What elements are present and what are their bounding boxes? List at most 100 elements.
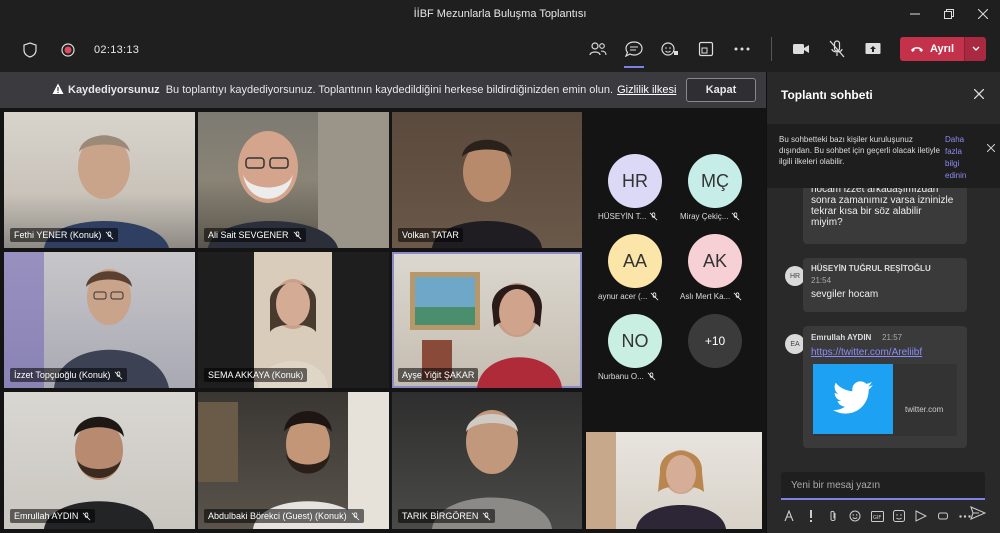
share-icon (865, 43, 881, 54)
participant-name: İzzet Topçuoğlu (Konuk) (14, 370, 111, 380)
leave-button[interactable]: Ayrıl (899, 37, 964, 61)
video-tile[interactable]: Fethi YENER (Konuk) (4, 112, 195, 248)
avatar[interactable]: HR (608, 154, 662, 208)
video-tile[interactable]: TARIK BİRGÖREN (392, 392, 582, 529)
send-button[interactable] (970, 506, 987, 525)
participant-name: TARIK BİRGÖREN (402, 511, 479, 521)
mic-off-icon (82, 512, 91, 520)
avatar-name: Aslı Mert Ka... (680, 292, 731, 301)
avatar[interactable]: MÇ (688, 154, 742, 208)
twitter-logo-icon (813, 364, 893, 434)
preview-site: twitter.com (905, 405, 944, 414)
compose-message-input[interactable]: Yeni bir mesaj yazın (781, 472, 985, 500)
avatar-label: Nurbanu O... (598, 372, 656, 381)
privacy-policy-link[interactable]: Gizlilik ilkesi (617, 84, 676, 96)
leave-button-group: Ayrıl (899, 37, 986, 61)
message-line: miyim? (811, 217, 843, 228)
mic-off-icon (105, 231, 114, 239)
video-tile[interactable]: İzzet Topçuoğlu (Konuk) (4, 252, 195, 388)
minimize-icon (910, 13, 920, 15)
compose-toolbar: GIF (781, 506, 991, 526)
window-title: İİBF Mezunlarla Buluşma Toplantısı (413, 8, 587, 20)
attach-icon[interactable] (825, 508, 841, 524)
stream-icon[interactable] (913, 508, 929, 524)
window-controls (898, 0, 1000, 28)
toolbar-separator (770, 37, 772, 61)
avatar[interactable]: AK (688, 234, 742, 288)
avatar-label: HÜSEYİN T... (598, 212, 658, 221)
message-line: sonra zamanımız varsa izninizle (811, 195, 954, 206)
participant-name: Ali Sait SEVGENER (208, 230, 289, 240)
people-icon (589, 42, 607, 56)
message-text: sevgiler hocam (811, 289, 879, 300)
participant-name: Abdulbaki Börekci (Guest) (Konuk) (208, 511, 347, 521)
participant-name-tag: Volkan TATAR (398, 228, 463, 242)
chat-button[interactable] (619, 34, 649, 68)
reactions-button[interactable] (655, 34, 685, 64)
gif-icon[interactable]: GIF (869, 508, 885, 524)
mic-off-icon (733, 292, 742, 301)
hang-up-icon (910, 47, 923, 52)
leave-options-dropdown[interactable] (964, 37, 986, 61)
meeting-timer: 02:13:13 (94, 44, 140, 56)
maximize-button[interactable] (932, 0, 966, 28)
message-sender: Emrullah AYDIN (811, 333, 872, 342)
dismiss-notice-button[interactable] (986, 143, 996, 155)
avatar[interactable]: HR (785, 266, 805, 286)
share-tray-button[interactable] (691, 34, 721, 64)
avatar-name: HÜSEYİN T... (598, 212, 647, 221)
mic-button[interactable] (822, 34, 852, 64)
video-tile[interactable]: Abdulbaki Börekci (Guest) (Konuk) (198, 392, 389, 529)
leave-label: Ayrıl (929, 43, 954, 55)
participant-name-tag: Ayşe Yiğit ŞAKAR (398, 368, 479, 382)
avatar[interactable]: EA (785, 334, 805, 354)
mic-off-icon (650, 292, 659, 301)
learn-more-link[interactable]: Daha fazla bilgi edinin (945, 134, 975, 182)
mic-off-icon (115, 371, 123, 379)
title-bar: İİBF Mezunlarla Buluşma Toplantısı (0, 0, 1000, 28)
participant-name-tag: Fethi YENER (Konuk) (10, 228, 119, 242)
recording-indicator-icon (56, 38, 80, 62)
sticker-icon[interactable] (891, 508, 907, 524)
banner-close-button[interactable]: Kapat (686, 78, 756, 102)
share-screen-button[interactable] (858, 34, 888, 64)
format-icon[interactable] (781, 508, 797, 524)
avatar-label: aynur acer (... (598, 292, 659, 301)
participant-name-tag: SEMA AKKAYA (Konuk) (204, 368, 308, 382)
close-icon (978, 9, 988, 19)
video-tile[interactable]: Volkan TATAR (392, 112, 582, 248)
loop-icon[interactable] (935, 508, 951, 524)
avatar-label: Miray Çekiç... (680, 212, 740, 221)
avatar-name: aynur acer (... (598, 292, 648, 301)
emoji-icon[interactable] (847, 508, 863, 524)
send-icon (970, 506, 987, 520)
close-chat-button[interactable] (973, 86, 985, 104)
link-preview-card[interactable]: twitter.com (813, 364, 957, 436)
message-time: 21:54 (811, 276, 832, 285)
minimize-button[interactable] (898, 0, 932, 28)
participant-name: Volkan TATAR (402, 230, 459, 240)
participants-button[interactable] (583, 34, 613, 64)
chat-message: HÜSEYİN TUĞRUL REŞİTOĞLU 21:54 sevgiler … (803, 258, 967, 312)
shield-icon[interactable] (18, 38, 42, 62)
self-view-tile[interactable] (586, 432, 762, 529)
notice-text: Bu sohbetteki bazı kişiler kuruluşunuz d… (779, 135, 940, 166)
mic-off-icon (649, 212, 658, 221)
video-tile[interactable]: Emrullah AYDIN (4, 392, 195, 529)
restore-icon (944, 9, 954, 19)
avatar[interactable]: AA (608, 234, 662, 288)
video-tile[interactable]: Ali Sait SEVGENER (198, 112, 389, 248)
banner-title: Kaydediyorsunuz (68, 84, 160, 96)
message-link[interactable]: https://twitter.com/Areliibf (811, 347, 959, 358)
mic-off-icon (829, 40, 845, 58)
video-tile-active-speaker[interactable]: Ayşe Yiğit ŞAKAR (392, 252, 582, 388)
video-tile[interactable]: SEMA AKKAYA (Konuk) (198, 252, 389, 388)
important-icon[interactable] (803, 508, 819, 524)
close-window-button[interactable] (966, 0, 1000, 28)
participant-name-tag: İzzet Topçuoğlu (Konuk) (10, 368, 128, 382)
more-participants-button[interactable]: +10 (688, 314, 742, 368)
avatar[interactable]: NO (608, 314, 662, 368)
participant-name: Ayşe Yiğit ŞAKAR (402, 370, 475, 380)
camera-button[interactable] (786, 34, 816, 64)
more-options-button[interactable] (727, 34, 757, 64)
